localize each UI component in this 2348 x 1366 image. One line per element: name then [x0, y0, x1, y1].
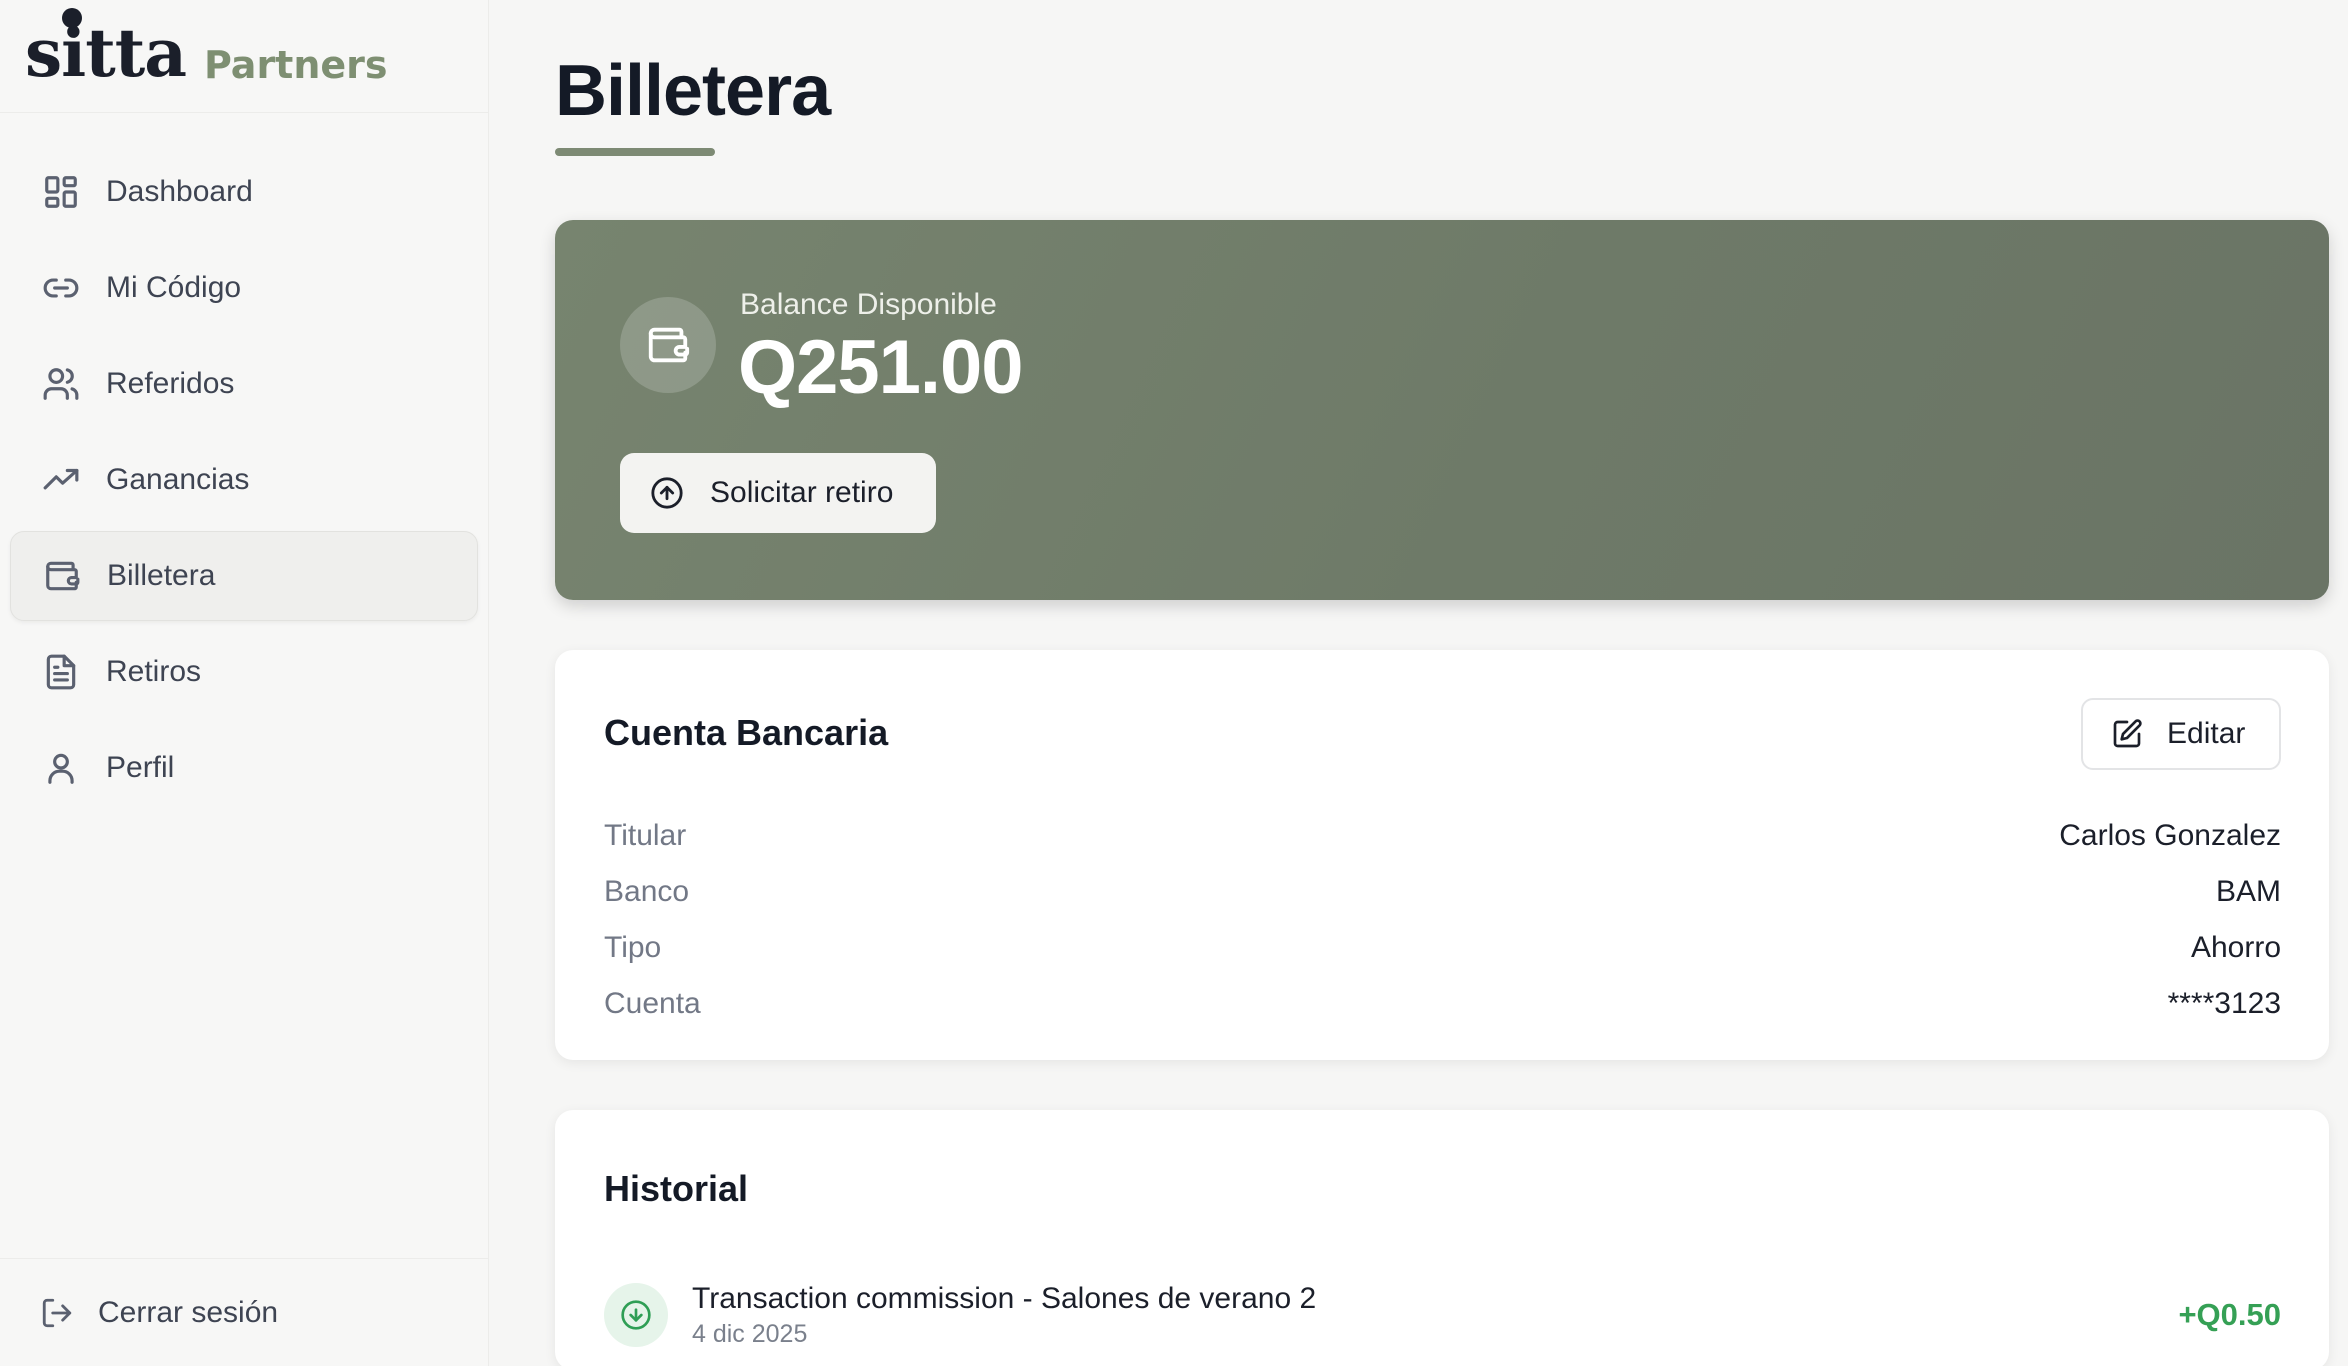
detail-value: ****3123: [2167, 987, 2281, 1020]
sidebar-item-label: Billetera: [107, 559, 216, 592]
users-icon: [43, 368, 79, 400]
sidebar-item-retiros[interactable]: Retiros: [10, 627, 478, 717]
brand-header: sitta Partners: [0, 0, 488, 113]
arrow-down-circle-icon: [621, 1300, 651, 1330]
history-card: Historial Transaction commission - Salon…: [555, 1110, 2329, 1366]
logout-button[interactable]: Cerrar sesión: [0, 1258, 488, 1366]
title-underline: [555, 148, 715, 156]
brand-subtitle: Partners: [203, 43, 388, 87]
sidebar: sitta Partners Dashboard Mi Código Refer…: [0, 0, 489, 1366]
main-content: Billetera Balance Disponible Q251.00 Sol…: [489, 0, 2348, 1366]
sidebar-item-perfil[interactable]: Perfil: [10, 723, 478, 813]
bank-account-card: Cuenta Bancaria Editar Titular Carlos Go…: [555, 650, 2329, 1060]
sidebar-item-ganancias[interactable]: Ganancias: [10, 435, 478, 525]
user-icon: [48, 753, 74, 784]
sidebar-item-label: Retiros: [106, 655, 202, 688]
bank-detail-row: Titular Carlos Gonzalez: [604, 808, 2281, 864]
wallet-icon: [648, 327, 690, 363]
sidebar-item-label: Dashboard: [106, 175, 253, 208]
logout-label: Cerrar sesión: [98, 1295, 279, 1329]
bank-account-title: Cuenta Bancaria: [604, 712, 889, 753]
sidebar-item-label: Perfil: [106, 751, 175, 784]
logout-icon: [42, 1298, 72, 1327]
sidebar-item-referidos[interactable]: Referidos: [10, 339, 478, 429]
transaction-text: Transaction commission - Salones de vera…: [692, 1282, 2178, 1349]
request-withdrawal-button[interactable]: Solicitar retiro: [620, 453, 936, 533]
detail-key: Cuenta: [604, 987, 701, 1020]
detail-value: Ahorro: [2190, 931, 2281, 964]
brand-logo-dot: [62, 8, 82, 28]
edit-icon: [2113, 719, 2142, 748]
transaction-date: 4 dic 2025: [692, 1319, 808, 1348]
sidebar-item-billetera[interactable]: Billetera: [10, 531, 478, 621]
sidebar-item-label: Referidos: [106, 367, 235, 400]
income-badge: [604, 1283, 668, 1347]
history-title: Historial: [604, 1168, 749, 1209]
bank-details: Titular Carlos Gonzalez Banco BAM Tipo A…: [604, 808, 2281, 1032]
link-icon: [43, 278, 79, 298]
transaction-title: Transaction commission - Salones de vera…: [692, 1281, 1317, 1315]
transaction-amount: +Q0.50: [2178, 1297, 2281, 1332]
request-withdrawal-label: Solicitar retiro: [710, 476, 894, 509]
edit-label: Editar: [2167, 717, 2246, 750]
arrow-up-circle-icon: [651, 477, 683, 509]
app-root: sitta Partners Dashboard Mi Código Refer…: [0, 0, 2348, 1366]
bank-detail-row: Tipo Ahorro: [604, 920, 2281, 976]
edit-bank-account-button[interactable]: Editar: [2081, 698, 2281, 770]
sidebar-item-label: Mi Código: [106, 271, 242, 304]
detail-key: Titular: [604, 819, 687, 852]
detail-key: Banco: [604, 875, 690, 908]
balance-label: Balance Disponible: [740, 288, 997, 321]
bank-detail-row: Banco BAM: [604, 864, 2281, 920]
wallet-icon: [46, 561, 80, 591]
sidebar-nav: Dashboard Mi Código Referidos Ganancias …: [0, 113, 488, 813]
balance-card: Balance Disponible Q251.00 Solicitar ret…: [555, 220, 2329, 600]
list-item[interactable]: Transaction commission - Salones de vera…: [604, 1275, 2281, 1355]
brand-logo[interactable]: sitta: [25, 8, 187, 86]
bank-detail-row: Cuenta ****3123: [604, 976, 2281, 1032]
balance-amount: Q251.00: [738, 325, 1024, 410]
trending-up-icon: [43, 468, 79, 490]
sidebar-item-label: Ganancias: [106, 463, 250, 496]
detail-value: BAM: [2215, 875, 2281, 908]
balance-wallet-badge: [620, 297, 716, 393]
sidebar-item-mi-codigo[interactable]: Mi Código: [10, 243, 478, 333]
page-title: Billetera: [555, 51, 831, 131]
detail-key: Tipo: [604, 931, 662, 964]
brand-logo-text: sitta: [25, 14, 187, 92]
detail-value: Carlos Gonzalez: [2059, 819, 2281, 852]
dashboard-grid-icon: [45, 176, 77, 208]
sidebar-item-dashboard[interactable]: Dashboard: [10, 147, 478, 237]
document-icon: [46, 654, 76, 690]
